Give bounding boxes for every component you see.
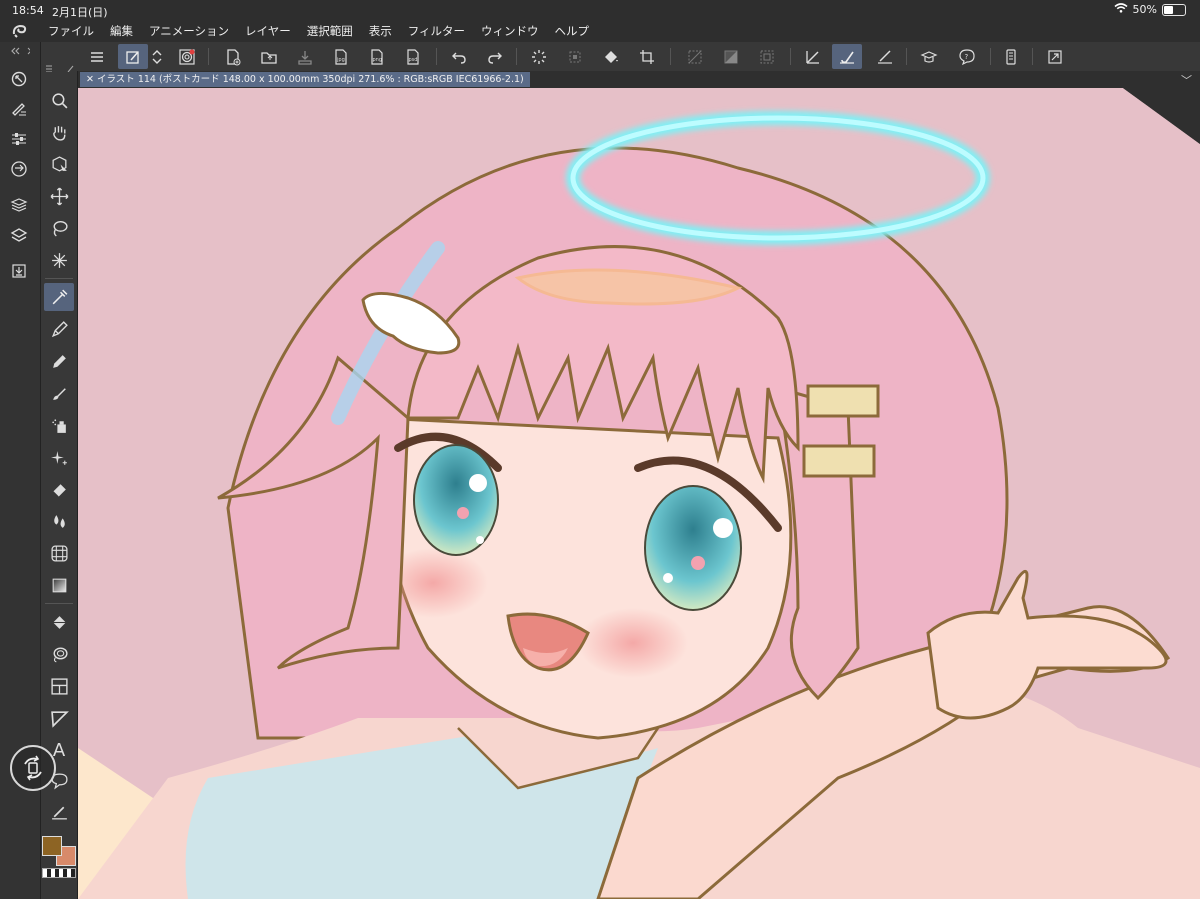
undo-icon[interactable]	[444, 44, 474, 69]
battery-icon	[1162, 3, 1186, 16]
status-time: 18:54	[12, 4, 44, 17]
eraser-tool-icon[interactable]	[44, 475, 74, 503]
selection-icon[interactable]	[680, 44, 710, 69]
brush-tool-icon[interactable]	[44, 379, 74, 407]
pencil-tool-icon[interactable]	[44, 347, 74, 375]
new-file-icon[interactable]	[218, 44, 248, 69]
rotate-canvas-icon[interactable]	[10, 745, 56, 791]
menu-animation[interactable]: アニメーション	[141, 23, 237, 39]
menu-selection[interactable]: 選択範囲	[299, 23, 361, 39]
eyedropper-tool-icon[interactable]	[44, 283, 74, 311]
pen-icon[interactable]	[798, 44, 828, 69]
main-color-swatch[interactable]	[42, 836, 62, 856]
help-icon[interactable]: ?	[952, 44, 982, 69]
document-tab-label: イラスト 114 (ポストカード 148.00 x 100.00mm 350dp…	[96, 74, 524, 85]
line-tool-icon[interactable]	[44, 798, 74, 826]
expand-icon[interactable]	[146, 44, 168, 69]
blend-tool-icon[interactable]	[44, 507, 74, 535]
menu-window[interactable]: ウィンドウ	[473, 23, 547, 39]
menu-file[interactable]: ファイル	[40, 23, 102, 39]
import-icon[interactable]	[8, 260, 30, 282]
save-icon[interactable]	[290, 44, 320, 69]
crop-icon[interactable]	[632, 44, 662, 69]
eraser-icon[interactable]	[870, 44, 900, 69]
tool-palette-header	[41, 60, 77, 73]
export-jpg-icon[interactable]: jpg	[326, 44, 356, 69]
sync-icon[interactable]	[8, 158, 30, 180]
redo-icon[interactable]	[480, 44, 510, 69]
fill-tool-icon[interactable]	[44, 608, 74, 636]
status-bar: 18:54 2月1日(日) 50%	[0, 0, 1200, 20]
spiral-icon[interactable]	[172, 44, 202, 69]
deselect-icon[interactable]	[752, 44, 782, 69]
canvas-area[interactable]	[78, 88, 1200, 899]
navigator-icon[interactable]	[8, 68, 30, 90]
transparent-color-swatch[interactable]	[42, 868, 76, 878]
loading-icon[interactable]	[524, 44, 554, 69]
layers-icon[interactable]	[8, 224, 30, 246]
menu-filter[interactable]: フィルター	[400, 23, 473, 39]
wifi-icon	[1114, 3, 1128, 16]
svg-text:?: ?	[965, 53, 969, 61]
document-tab[interactable]: ✕ イラスト 114 (ポストカード 148.00 x 100.00mm 350…	[80, 72, 530, 87]
menu-edit[interactable]: 編集	[102, 23, 141, 39]
document-tab-bar: ✕ イラスト 114 (ポストカード 148.00 x 100.00mm 350…	[78, 71, 1200, 88]
export-png-icon[interactable]: png	[362, 44, 392, 69]
svg-text:psd: psd	[409, 57, 418, 63]
zoom-tool-icon[interactable]	[44, 86, 74, 114]
sliders-icon[interactable]	[8, 128, 30, 150]
new-canvas-icon[interactable]	[118, 44, 148, 69]
export-psd-icon[interactable]: psd	[398, 44, 428, 69]
battery-percent: 50%	[1132, 3, 1157, 16]
open-folder-icon[interactable]	[254, 44, 284, 69]
app-logo-icon[interactable]	[0, 20, 40, 42]
layers-stack-icon[interactable]	[8, 194, 30, 216]
magic-wand-icon[interactable]	[44, 246, 74, 274]
menu-help[interactable]: ヘルプ	[546, 23, 597, 39]
menu-view[interactable]: 表示	[361, 23, 400, 39]
gradient-icon[interactable]	[716, 44, 746, 69]
svg-text:jpg: jpg	[336, 57, 345, 63]
status-date: 2月1日(日)	[52, 6, 108, 19]
ruler-tool-icon[interactable]	[44, 704, 74, 732]
grid-tool-icon[interactable]	[44, 539, 74, 567]
hand-tool-icon[interactable]	[44, 118, 74, 146]
pen-settings-icon[interactable]	[8, 98, 30, 120]
select-tool-icon[interactable]	[44, 150, 74, 178]
text-tool-label: A	[52, 739, 66, 761]
pen-tool-icon[interactable]	[44, 315, 74, 343]
sparkle-tool-icon[interactable]	[44, 443, 74, 471]
gradient-tool-icon[interactable]	[44, 571, 74, 599]
brush-icon[interactable]	[832, 44, 862, 69]
fill-icon[interactable]	[596, 44, 626, 69]
status-right: 50%	[1114, 3, 1186, 16]
lasso-tool-icon[interactable]	[44, 214, 74, 242]
menu-layer[interactable]: レイヤー	[237, 23, 299, 39]
illustration-canvas[interactable]	[78, 88, 1200, 899]
transform-icon[interactable]	[560, 44, 590, 69]
menu-icon[interactable]	[82, 44, 112, 69]
close-tab-icon[interactable]: ✕	[86, 74, 97, 85]
svg-text:png: png	[373, 57, 383, 63]
lasso-fill-icon[interactable]	[44, 640, 74, 668]
airbrush-tool-icon[interactable]	[44, 411, 74, 439]
frame-tool-icon[interactable]	[44, 672, 74, 700]
move-tool-icon[interactable]	[44, 182, 74, 210]
device-icon[interactable]	[996, 44, 1026, 69]
fullscreen-icon[interactable]	[1040, 44, 1070, 69]
learn-icon[interactable]	[914, 44, 944, 69]
menu-bar: ファイル 編集 アニメーション レイヤー 選択範囲 表示 フィルター ウィンドウ…	[0, 20, 1200, 42]
collapse-icon[interactable]	[8, 44, 30, 58]
chevron-down-icon[interactable]: ﹀	[1181, 72, 1192, 88]
command-bar: jpg png psd ?	[0, 42, 1200, 72]
